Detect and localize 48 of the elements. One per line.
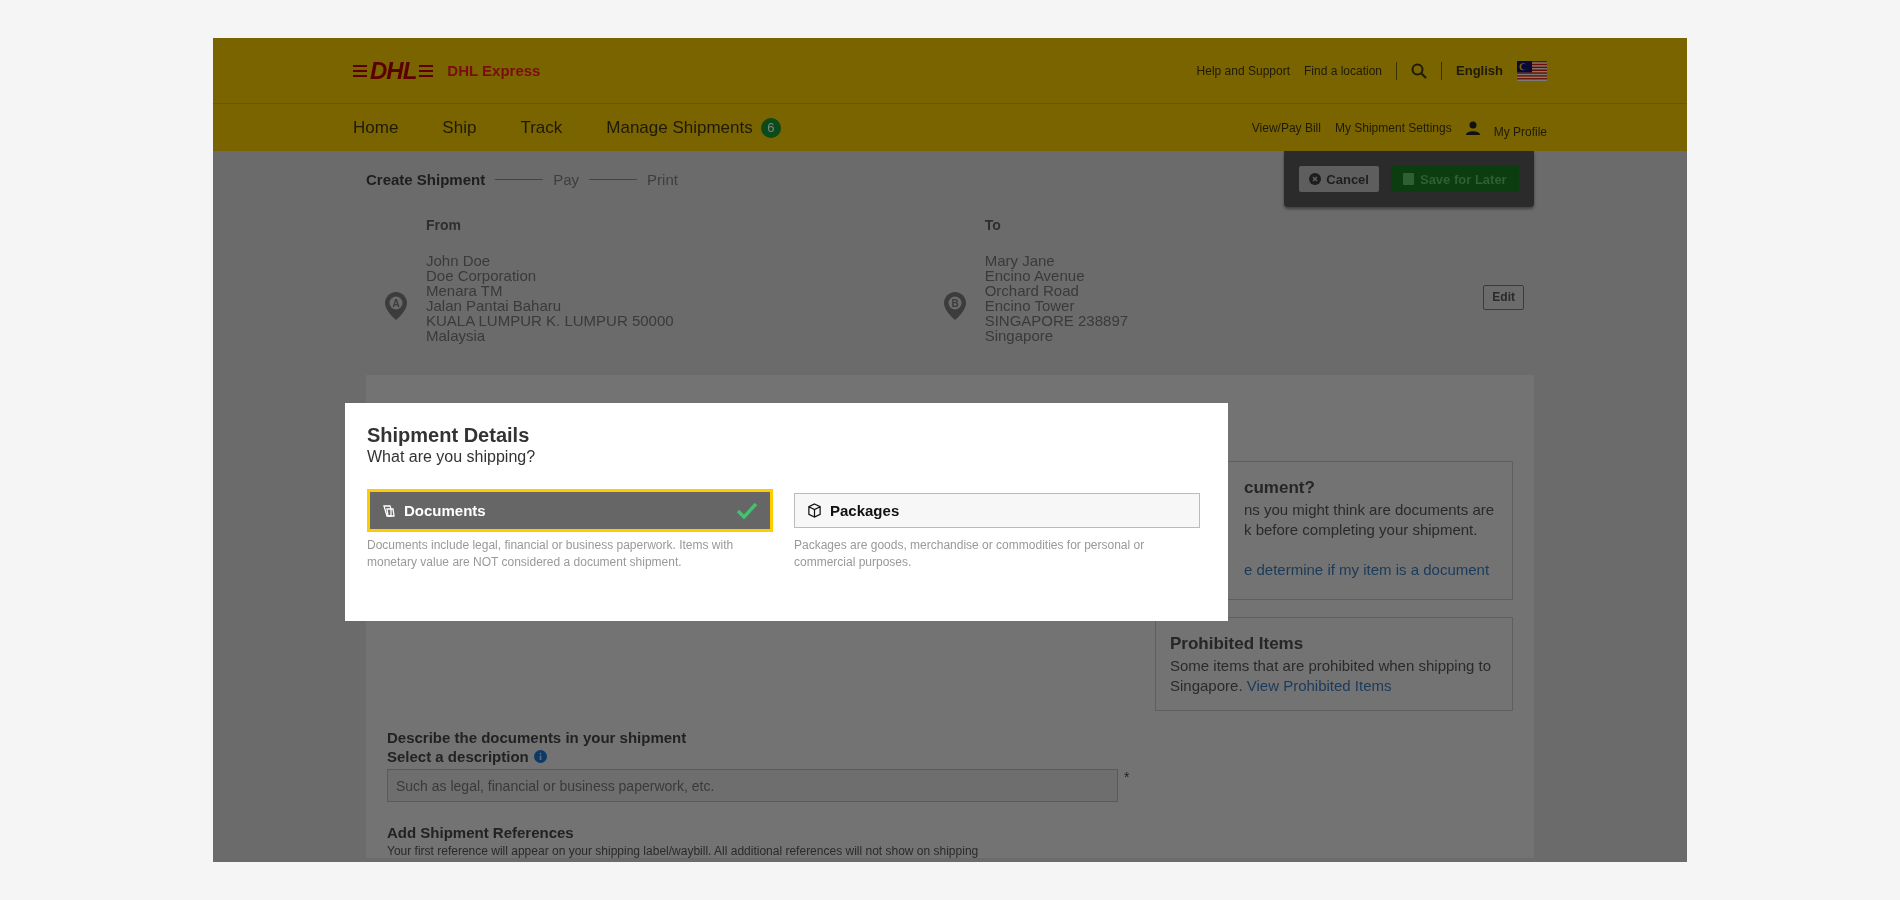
header-link[interactable]: Find a location <box>1304 63 1383 78</box>
dhl-logo[interactable]: DHL <box>370 57 417 84</box>
option-description: Packages are goods, merchandise or commodities for personal or commercial purposes. <box>794 537 1146 571</box>
address-heading: To <box>984 217 1002 233</box>
dialog-subtitle: What are you shipping? <box>367 447 537 467</box>
save-icon <box>1402 173 1414 185</box>
dialog-title: Shipment Details <box>367 423 531 447</box>
section-title: Describe the documents in your shipment <box>387 729 688 746</box>
box-icon <box>807 503 822 518</box>
profile-link[interactable]: My Profile <box>1493 124 1547 139</box>
language-selector[interactable]: English <box>1456 63 1503 78</box>
edit-button[interactable]: Edit <box>1483 284 1524 310</box>
nav-link[interactable]: Track <box>520 117 563 138</box>
field-label: Select a description <box>387 748 529 765</box>
info-text: Some items that are prohibited when shipping to <box>1170 656 1493 676</box>
nav-link[interactable]: Home <box>353 117 399 138</box>
flag-icon[interactable] <box>1517 60 1547 81</box>
count-badge: 6 <box>760 117 781 138</box>
section-title: Add Shipment References <box>387 824 575 841</box>
info-title: cument? <box>1244 478 1316 498</box>
search-icon[interactable] <box>1411 62 1428 79</box>
progress-step: Create Shipment <box>366 170 486 188</box>
documents-icon <box>382 503 396 518</box>
nav-link[interactable]: Ship <box>442 117 477 138</box>
close-icon <box>1309 173 1322 185</box>
nav-link[interactable]: Manage Shipments 6 <box>606 117 781 138</box>
option-description: Documents include legal, financial or business paperwork. Items with monetary value are NOT considered a document shipment. <box>367 537 735 571</box>
info-title: Prohibited Items <box>1170 634 1305 654</box>
info-link[interactable]: View Prohibited Items <box>1246 677 1392 694</box>
required-mark: * <box>1124 769 1130 787</box>
speed-lines-icon <box>419 64 434 77</box>
shipment-type-option[interactable]: Packages <box>794 493 1200 528</box>
cancel-button[interactable]: Cancel <box>1299 166 1379 192</box>
checkmark-icon <box>736 502 758 519</box>
brand-name: DHL Express <box>447 62 541 79</box>
address-heading: From <box>426 217 462 233</box>
info-text: k before completing your shipment. <box>1244 520 1479 540</box>
nav-link[interactable]: My Shipment Settings <box>1334 120 1452 135</box>
info-text: ns you might think are documents are <box>1244 500 1496 520</box>
speed-lines-icon <box>353 64 367 77</box>
shipment-type-option[interactable]: Documents <box>367 489 773 532</box>
references-note: Your first reference will appear on your shipping label/waybill. All additional references will not show on shipping <box>387 844 980 858</box>
header-link[interactable]: Help and Support <box>1196 63 1290 78</box>
info-icon[interactable] <box>533 750 547 763</box>
info-link[interactable]: e determine if my item is a document <box>1244 561 1490 578</box>
info-text: Singapore. View Prohibited Items <box>1170 676 1393 696</box>
user-icon <box>1465 120 1480 135</box>
nav-link[interactable]: View/Pay Bill <box>1251 120 1321 135</box>
